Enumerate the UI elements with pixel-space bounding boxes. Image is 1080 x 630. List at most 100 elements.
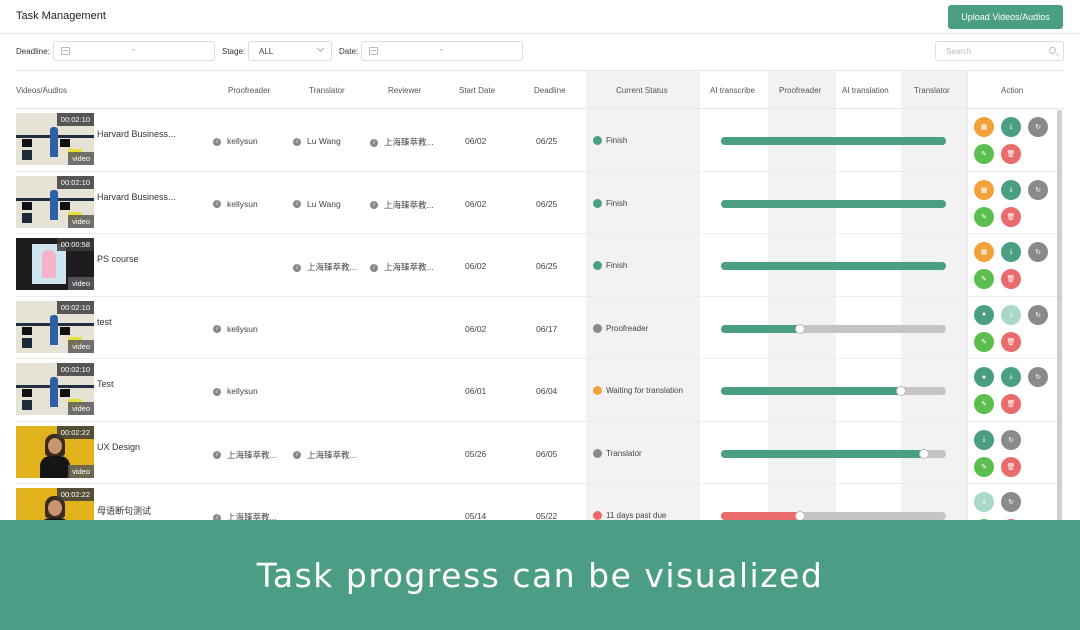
edit-icon: ✎ [981, 463, 987, 471]
video-thumbnail[interactable]: 00:00:58 video [16, 238, 94, 290]
refresh-button[interactable]: ↻ [1028, 367, 1048, 387]
refresh-button[interactable]: ↻ [1028, 179, 1048, 200]
scrollbar[interactable] [1057, 110, 1062, 520]
reviewer-cell: i 上海臻萃教... [370, 261, 434, 273]
edit-button[interactable]: ✎ [974, 269, 994, 289]
refresh-button[interactable]: ↻ [1028, 242, 1048, 262]
stage-select[interactable]: ALL [248, 41, 332, 61]
proofreader-cell: i 上海臻萃教... [213, 449, 277, 461]
deadline-range-picker[interactable]: - [53, 41, 215, 61]
start-date: 06/02 [465, 323, 487, 334]
table-row: 00:00:58 video PS course i 上海臻萃教... i 上海臻萃教..… [16, 234, 1064, 297]
search-icon [1049, 47, 1056, 54]
reviewer-name: 上海臻萃教... [384, 199, 434, 210]
progress-fill [721, 199, 946, 208]
person-info-icon: i [293, 137, 301, 146]
table-header: Videos/Audios Proofreader Translator Rev… [16, 71, 1064, 109]
download-button[interactable]: ⤓ [1001, 304, 1021, 325]
edit-button[interactable]: ✎ [974, 456, 994, 477]
delete-button[interactable]: 🗑 [1001, 269, 1021, 289]
proofreader-cell: i kellysun [213, 136, 258, 146]
duration-badge: 00:02:10 [56, 363, 94, 376]
video-thumbnail[interactable]: 00:02:10 video [16, 300, 94, 353]
download-button[interactable]: ⤓ [974, 492, 994, 512]
download-button[interactable]: ⤓ [1001, 179, 1021, 200]
download-icon: ⤓ [1009, 248, 1013, 255]
proofreader-cell: i kellysun [213, 199, 258, 209]
edit-button[interactable]: ✎ [974, 206, 994, 227]
delete-icon: 🗑 [1006, 276, 1016, 283]
video-name[interactable]: Test [97, 379, 114, 389]
delete-button[interactable]: 🗑 [1001, 394, 1021, 414]
edit-button[interactable]: ✎ [974, 331, 994, 352]
status-badge: Finish [593, 136, 693, 146]
video-name[interactable]: 母语断句测试 [97, 504, 151, 517]
video-name[interactable]: UX Design [97, 442, 140, 452]
deadline-date: 06/25 [536, 198, 558, 209]
refresh-icon: ↻ [1008, 499, 1014, 506]
col-proofreader-stage: Proofreader [779, 86, 822, 95]
date-range-picker[interactable]: - [361, 41, 523, 61]
video-thumbnail[interactable]: 00:02:22 video [16, 488, 94, 520]
download-button[interactable]: ⤓ [974, 429, 994, 450]
video-name[interactable]: test [97, 317, 112, 327]
video-name[interactable]: PS course [97, 254, 139, 264]
user-button[interactable]: ● [974, 367, 994, 387]
translator-cell: i Lu Wang [293, 199, 341, 209]
user-button[interactable]: ● [974, 304, 994, 325]
proofreader-name: kellysun [227, 323, 258, 334]
translator-cell: i Lu Wang [293, 136, 341, 146]
video-name[interactable]: Harvard Business... [97, 129, 176, 139]
delete-button[interactable]: 🗑 [1001, 206, 1021, 227]
video-thumbnail[interactable]: 00:02:22 video [16, 425, 94, 478]
start-date: 05/14 [465, 511, 487, 520]
proofreader-name: kellysun [227, 198, 258, 209]
refresh-button[interactable]: ↻ [1001, 492, 1021, 512]
video-thumbnail[interactable]: 00:02:10 video [16, 113, 94, 165]
refresh-icon: ↻ [1008, 436, 1014, 444]
download-icon: ⤓ [1009, 373, 1013, 380]
download-icon: ⤓ [1009, 185, 1013, 193]
caption-banner: Task progress can be visualized [0, 520, 1080, 630]
status-dot [593, 323, 602, 333]
table-row: 00:02:10 video test i kellysun 06/02 06/17 Pro… [16, 297, 1064, 359]
start-date: 06/02 [465, 261, 487, 271]
refresh-button[interactable]: ↻ [1028, 304, 1048, 325]
delete-button[interactable]: 🗑 [1001, 144, 1021, 164]
calendar-button[interactable]: ▦ [974, 179, 994, 200]
table-row: 00:02:22 video UX Design i 上海臻萃教... i 上海臻萃教..… [16, 422, 1064, 484]
download-button[interactable]: ⤓ [1001, 117, 1021, 137]
delete-button[interactable]: 🗑 [1001, 456, 1021, 477]
delete-button[interactable]: 🗑 [1001, 331, 1021, 352]
download-button[interactable]: ⤓ [1001, 242, 1021, 262]
col-ai-transcribe: AI transcribe [710, 86, 755, 95]
download-button[interactable]: ⤓ [1001, 367, 1021, 387]
calendar-button[interactable]: ▦ [974, 117, 994, 137]
translator-name: 上海臻萃教... [307, 262, 357, 272]
banner-text: Task progress can be visualized [256, 555, 824, 595]
video-name[interactable]: Harvard Business... [97, 192, 176, 202]
search-input[interactable]: Search [935, 41, 1064, 61]
edit-button[interactable]: ✎ [974, 394, 994, 414]
calendar-icon: ▦ [980, 186, 988, 194]
col-start-date: Start Date [459, 86, 496, 95]
edit-button[interactable]: ✎ [974, 144, 994, 164]
calendar-icon: ▦ [980, 249, 988, 256]
person-info-icon: i [213, 200, 221, 209]
upload-button[interactable]: Upload Videos/Audios [948, 5, 1063, 29]
calendar-button[interactable]: ▦ [974, 242, 994, 262]
refresh-button[interactable]: ↻ [1001, 429, 1021, 450]
table-row: 00:02:22 video母语断句测试 i上海臻萃教... 05/14 05/22 1… [16, 484, 1064, 520]
refresh-button[interactable]: ↻ [1028, 117, 1048, 137]
reviewer-name: 上海臻萃教... [384, 137, 434, 147]
scrollbar-thumb[interactable] [1057, 110, 1062, 520]
video-thumbnail[interactable]: 00:02:10 video [16, 363, 94, 415]
progress-bar [721, 448, 946, 459]
status-text: Translator [606, 448, 642, 458]
delete-icon: 🗑 [1006, 213, 1016, 221]
status-badge: Translator [593, 449, 693, 458]
status-text: Finish [606, 261, 628, 270]
video-thumbnail[interactable]: 00:02:10 video [16, 175, 94, 228]
proofreader-name: kellysun [227, 136, 258, 146]
progress-fill [721, 512, 800, 520]
